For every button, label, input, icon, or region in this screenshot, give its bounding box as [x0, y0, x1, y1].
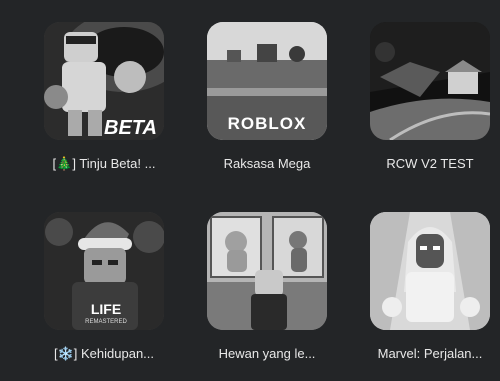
game-card-rcw-v2-test[interactable]: RCW V2 TEST	[370, 22, 490, 171]
game-card-marvel[interactable]: Marvel: Perjalan...	[370, 212, 490, 361]
game-title[interactable]: Hewan yang le...	[202, 346, 332, 361]
roblox-logo-text: ROBLOX	[228, 114, 307, 133]
game-thumbnail[interactable]: LIFE REMASTERED	[44, 212, 164, 330]
game-title[interactable]: RCW V2 TEST	[365, 156, 495, 171]
game-thumbnail[interactable]: ROBLOX	[207, 22, 327, 140]
life-logo-text: LIFE	[91, 301, 121, 317]
game-thumbnail[interactable]	[370, 22, 490, 140]
beta-logo-text: BETA	[104, 117, 157, 139]
remastered-logo-text: REMASTERED	[85, 319, 127, 325]
game-thumbnail[interactable]: BETA	[44, 22, 164, 140]
game-thumbnail[interactable]	[207, 212, 327, 330]
game-card-raksasa-mega[interactable]: ROBLOX Raksasa Mega	[207, 22, 327, 171]
game-title[interactable]: Marvel: Perjalan...	[365, 346, 495, 361]
game-card-kehidupan[interactable]: LIFE REMASTERED [❄️] Kehidupan...	[44, 212, 164, 362]
game-thumbnail[interactable]	[370, 212, 490, 330]
game-title[interactable]: Raksasa Mega	[202, 156, 332, 171]
game-grid: BETA [🎄] Tinju Beta! ... ROBLOX Raksasa …	[0, 0, 500, 381]
game-title[interactable]: [❄️] Kehidupan...	[39, 346, 169, 362]
game-card-tinju-beta[interactable]: BETA [🎄] Tinju Beta! ...	[44, 22, 164, 172]
game-title[interactable]: [🎄] Tinju Beta! ...	[39, 156, 169, 172]
game-card-hewan[interactable]: Hewan yang le...	[207, 212, 327, 361]
